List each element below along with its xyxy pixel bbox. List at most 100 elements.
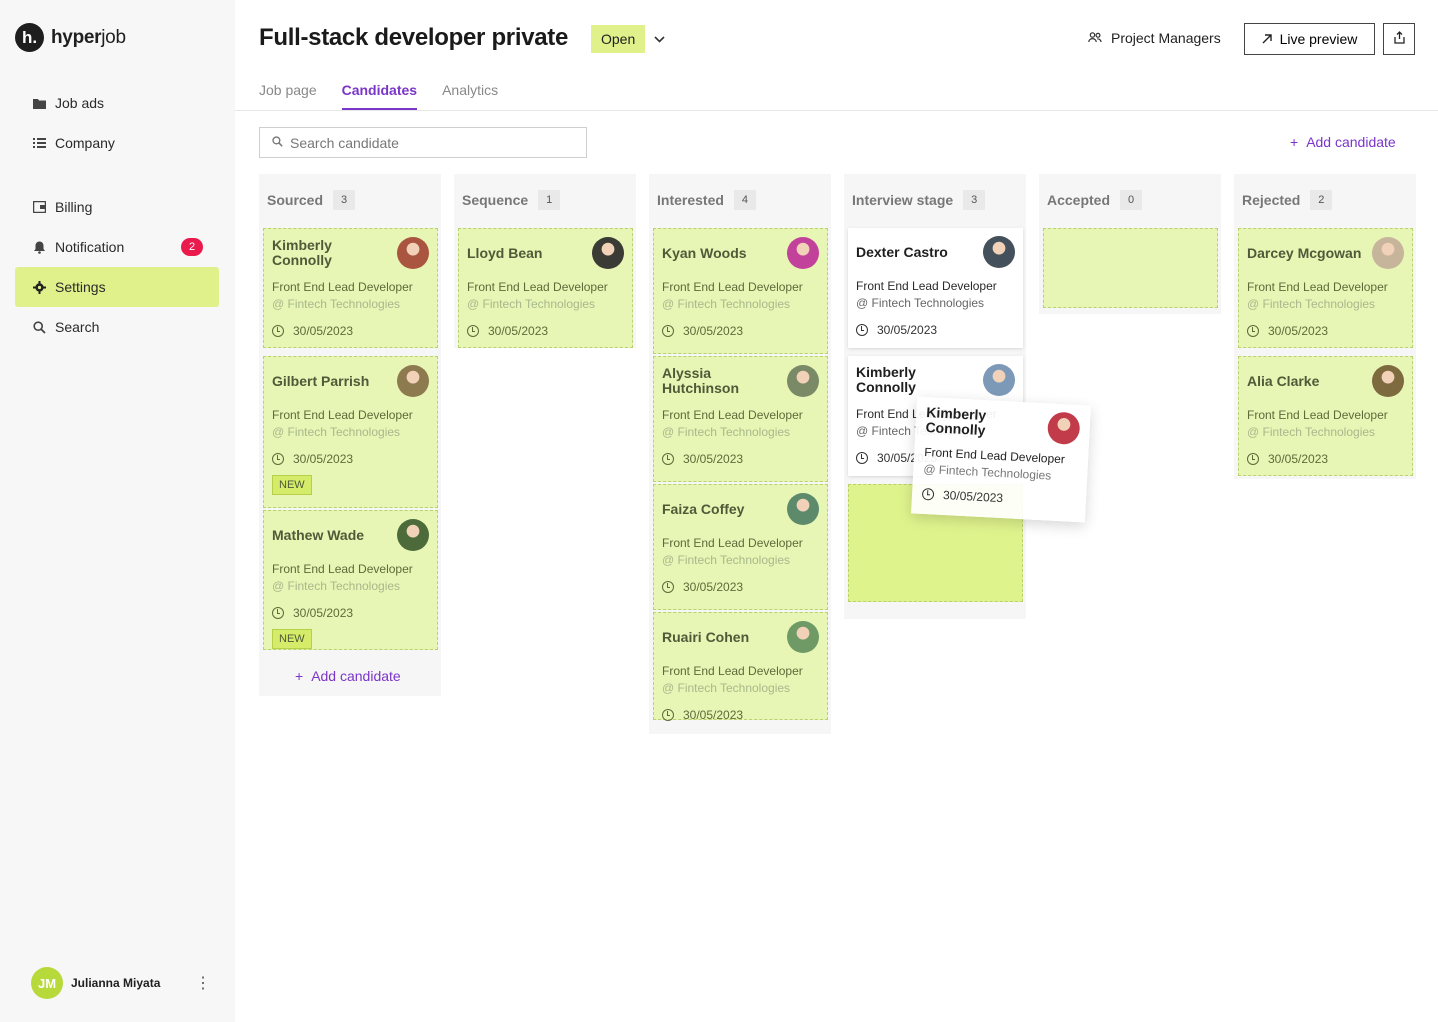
tab-candidates[interactable]: Candidates [341, 82, 418, 110]
logo-text: hyperjob [51, 27, 126, 49]
column-title: Interview stage [852, 192, 954, 208]
column-title: Sourced [267, 192, 324, 208]
candidate-date-text: 30/05/2023 [293, 606, 354, 620]
candidate-name: Ruairi Cohen [662, 628, 750, 645]
share-icon [1393, 31, 1405, 47]
sidebar-item-label: Job ads [55, 95, 105, 111]
candidate-card[interactable]: Lloyd Bean Front End Lead Developer @ Fint… [458, 228, 633, 348]
candidate-role: Front End Lead Developer [662, 664, 803, 678]
candidate-card[interactable]: Kimberly Connolly Front End Lead Develope… [263, 228, 438, 348]
list-icon [32, 136, 46, 150]
candidate-name: Faiza Coffey [662, 500, 745, 517]
new-badge: NEW [272, 629, 312, 649]
dragging-candidate-card[interactable]: Kimberly Connolly Front End Lead Develop… [911, 396, 1091, 523]
nav-primary: Job ads Company [15, 83, 219, 163]
candidate-card[interactable]: Darcey Mcgowan Front End Lead Developer @ … [1238, 228, 1413, 348]
search-box[interactable] [259, 127, 587, 158]
sidebar-item-notification[interactable]: Notification 2 [15, 227, 219, 267]
tab-analytics[interactable]: Analytics [442, 82, 498, 110]
candidate-date: 30/05/2023 [1247, 324, 1328, 338]
column-interested: Interested 4 Kyan Woods Front End Lead Deve… [649, 174, 831, 734]
gear-icon [32, 280, 46, 294]
project-managers-label: Project Managers [1111, 30, 1221, 46]
column-count: 3 [963, 190, 986, 210]
live-preview-button[interactable]: Live preview [1244, 23, 1375, 55]
add-candidate-button[interactable]: + Add candidate [1290, 134, 1396, 150]
clock-icon [921, 487, 935, 501]
candidate-card[interactable]: Alia Clarke Front End Lead Developer @ Fin… [1238, 356, 1413, 476]
candidate-name: Gilbert Parrish [272, 372, 370, 389]
candidate-company: @ Fintech Technologies [467, 297, 596, 311]
candidate-role: Front End Lead Developer [272, 408, 413, 422]
nav-secondary: Billing Notification 2 Settings Search [15, 187, 219, 347]
avatar: JM [31, 967, 63, 999]
sidebar-item-company[interactable]: Company [15, 123, 219, 163]
clock-icon [272, 607, 284, 619]
candidate-date-text: 30/05/2023 [942, 488, 1004, 506]
candidate-name: Kimberly Connolly [272, 237, 332, 268]
candidate-name: Alia Clarke [1247, 372, 1320, 389]
candidate-role: Front End Lead Developer [662, 536, 803, 550]
candidate-card[interactable]: Mathew Wade Front End Lead Developer @ Fin… [263, 510, 438, 650]
candidate-photo [787, 365, 819, 397]
tabs-divider [235, 110, 1438, 111]
candidate-company: @ Fintech Technologies [1247, 425, 1376, 439]
candidate-card[interactable]: Ruairi Cohen Front End Lead Developer @ Fi… [653, 612, 828, 722]
column-accepted: Accepted 0 [1039, 174, 1221, 314]
column-header: Accepted 0 [1039, 174, 1221, 226]
plus-icon: + [1290, 134, 1299, 150]
chevron-down-icon[interactable] [654, 30, 665, 46]
sidebar-item-job-ads[interactable]: Job ads [15, 83, 219, 123]
column-sequence: Sequence 1 Lloyd Bean Front End Lead Develo… [454, 174, 636, 348]
candidate-photo [787, 493, 819, 525]
search-icon [32, 320, 46, 334]
candidate-date-text: 30/05/2023 [293, 452, 354, 466]
search-input[interactable] [290, 134, 570, 151]
project-managers-button[interactable]: Project Managers [1088, 30, 1221, 46]
candidate-name: Lloyd Bean [467, 244, 543, 261]
candidate-photo [983, 236, 1015, 268]
user-profile[interactable]: JM Julianna Miyata ⋮ [31, 967, 211, 999]
candidate-company: @ Fintech Technologies [1247, 297, 1376, 311]
candidate-card[interactable]: Kyan Woods Front End Lead Developer @ Fint… [653, 228, 828, 354]
more-vertical-icon[interactable]: ⋮ [195, 973, 211, 993]
column-count: 1 [538, 190, 561, 210]
candidate-name: Kimberly Connolly [856, 364, 916, 395]
candidate-role: Front End Lead Developer [467, 280, 608, 294]
clock-icon [1247, 453, 1259, 465]
tab-job-page[interactable]: Job page [259, 82, 317, 110]
sidebar-item-search[interactable]: Search [15, 307, 219, 347]
candidate-card[interactable]: Dexter Castro Front End Lead Developer @ F… [848, 228, 1023, 348]
add-candidate-column-button[interactable]: + Add candidate [295, 668, 401, 684]
sidebar-item-label: Search [55, 319, 100, 335]
candidate-date: 30/05/2023 [856, 323, 937, 337]
candidate-company: @ Fintech Technologies [272, 297, 401, 311]
column-header: Interview stage 3 [844, 174, 1026, 226]
column-count: 3 [333, 190, 356, 210]
candidate-date: 30/05/2023 [662, 580, 743, 594]
candidate-date-text: 30/05/2023 [683, 324, 744, 338]
candidate-role: Front End Lead Developer [272, 280, 413, 294]
clock-icon [662, 581, 674, 593]
candidate-date-text: 30/05/2023 [1268, 452, 1329, 466]
share-button[interactable] [1383, 23, 1415, 55]
candidate-company: @ Fintech Technologies [923, 461, 1052, 483]
status-badge[interactable]: Open [591, 25, 646, 53]
empty-drop-zone [1043, 228, 1218, 308]
sidebar-item-settings[interactable]: Settings [15, 267, 219, 307]
candidate-photo [397, 365, 429, 397]
sidebar-item-billing[interactable]: Billing [15, 187, 219, 227]
candidate-card[interactable]: Faiza Coffey Front End Lead Developer @ Fi… [653, 484, 828, 610]
logo[interactable]: h. hyperjob [15, 23, 126, 52]
candidate-date-text: 30/05/2023 [488, 324, 549, 338]
add-candidate-label: Add candidate [311, 668, 401, 684]
column-title: Accepted [1047, 192, 1111, 208]
new-badge: NEW [272, 475, 312, 495]
sidebar-item-label: Company [55, 135, 115, 151]
candidate-date: 30/05/2023 [272, 324, 353, 338]
candidate-card[interactable]: Alyssia Hutchinson Front End Lead Develop… [653, 356, 828, 482]
candidate-date: 30/05/2023 [662, 452, 743, 466]
candidate-date-text: 30/05/2023 [683, 580, 744, 594]
candidate-card[interactable]: Gilbert Parrish Front End Lead Developer @… [263, 356, 438, 508]
candidate-role: Front End Lead Developer [272, 562, 413, 576]
